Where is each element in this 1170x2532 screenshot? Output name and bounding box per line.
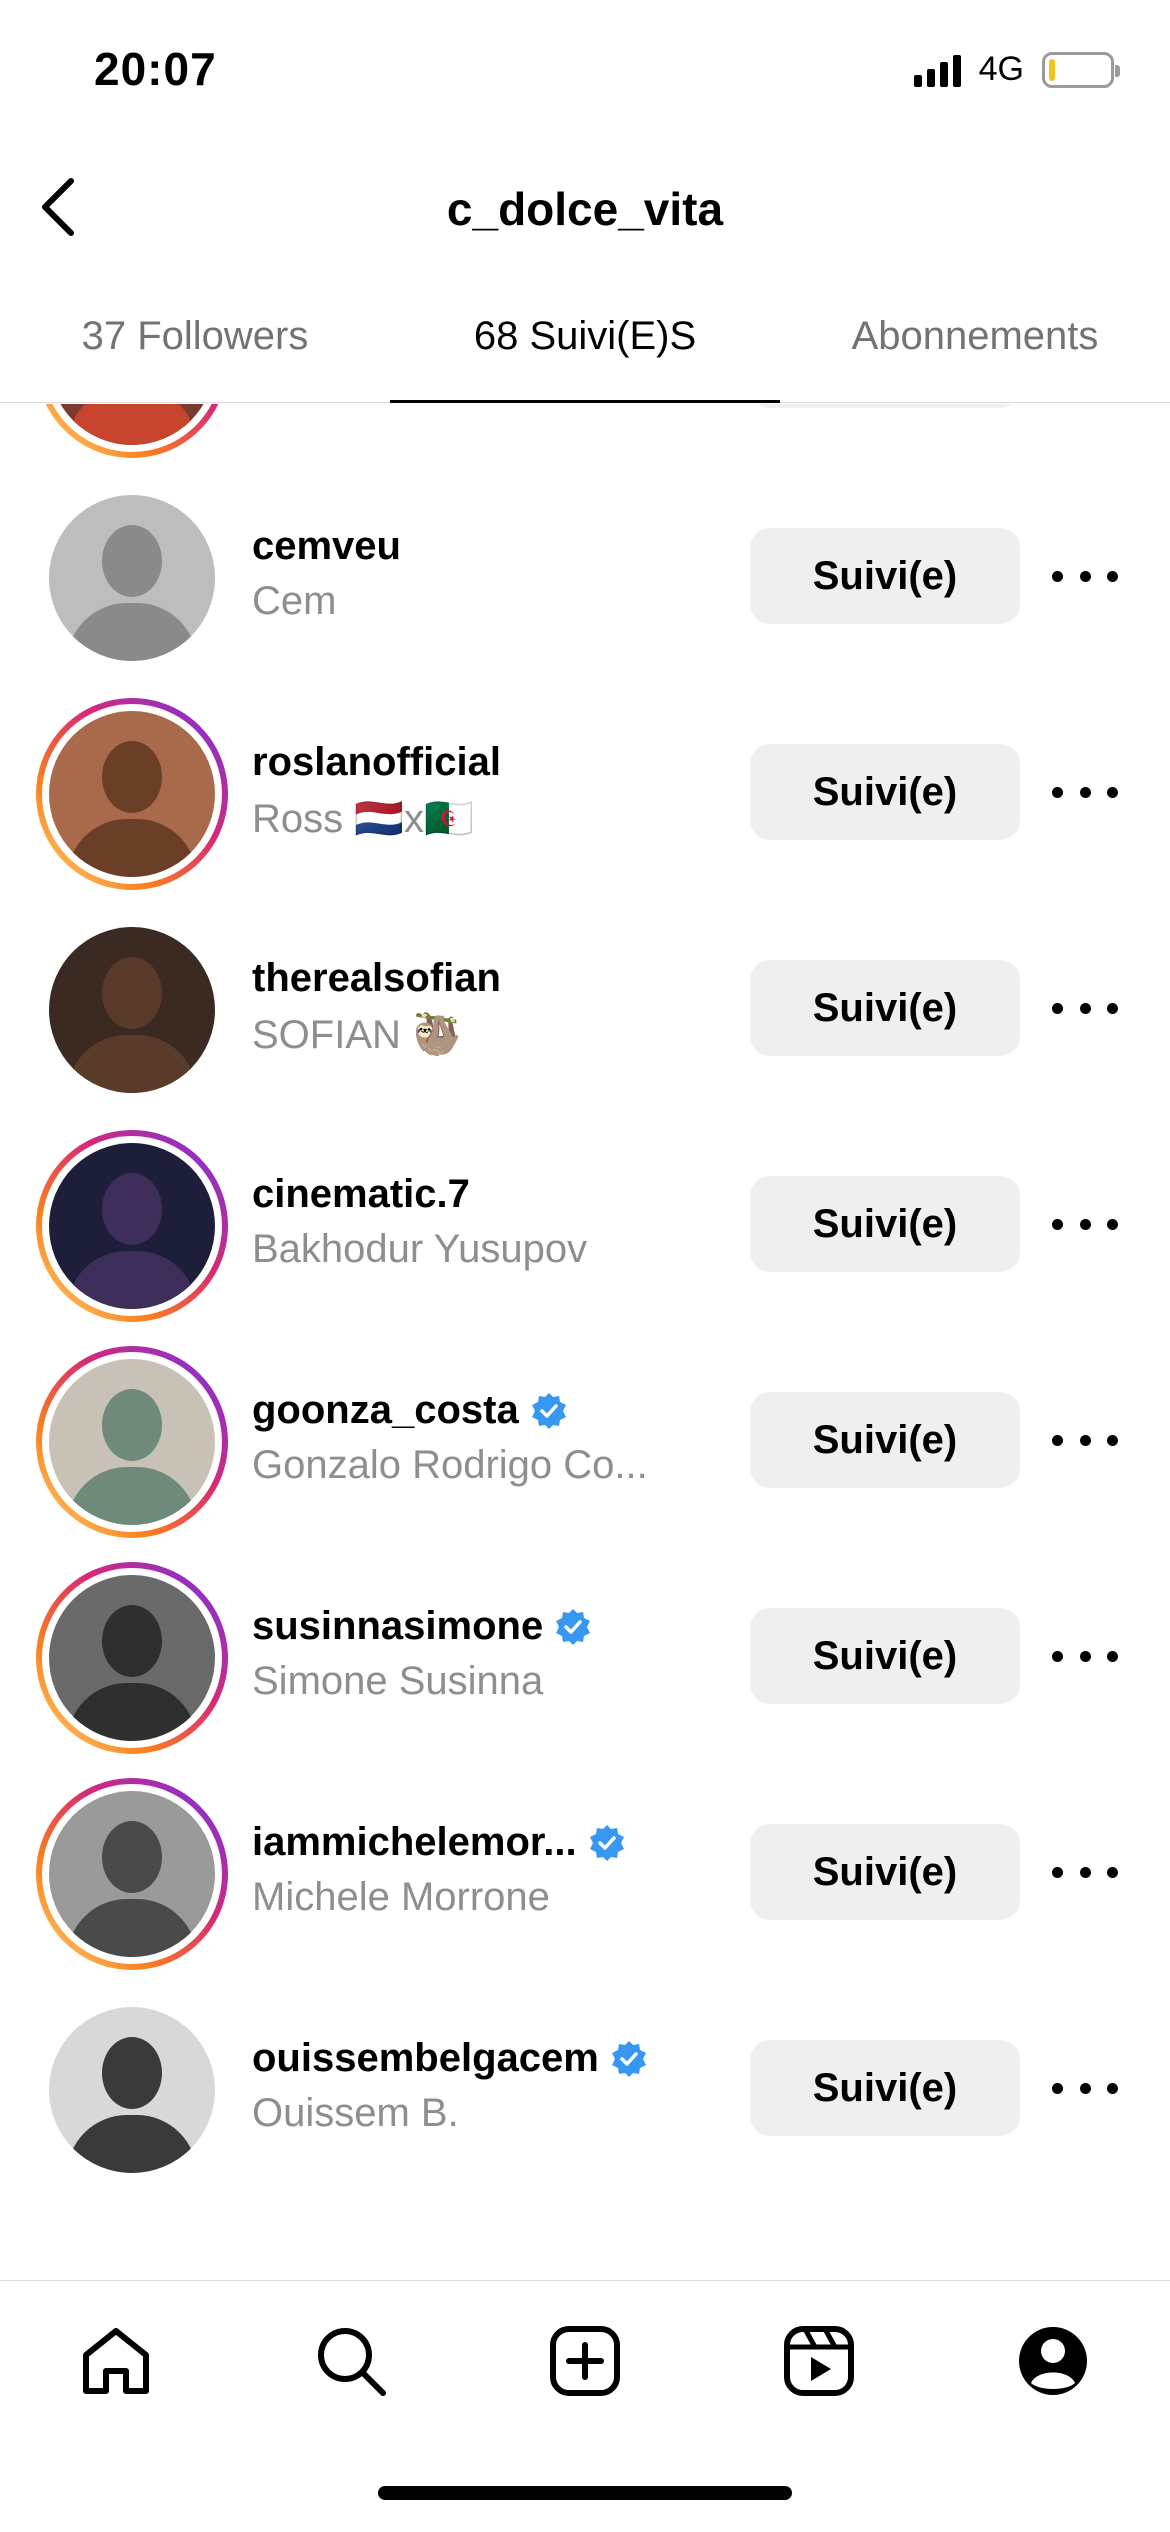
following-list: Darlin manuel minye...Suivi(e) cemveu Cem S… — [0, 404, 1170, 2280]
full-name: Gonzalo Rodrigo Co... — [252, 1443, 648, 1487]
list-item[interactable]: cinematic.7 Bakhodur Yusupov Suivi(e) — [0, 1118, 1170, 1334]
username[interactable]: iammichelemor... — [252, 1820, 577, 1865]
more-options-icon[interactable] — [1052, 990, 1118, 1026]
verified-badge-icon — [556, 1608, 591, 1645]
user-names: therealsofian SOFIAN 🦥 — [252, 956, 712, 1058]
list-item[interactable]: roslanofficial Ross 🇳🇱x🇩🇿 Suivi(e) — [0, 686, 1170, 902]
user-names: susinnasimone Simone Susinna — [252, 1604, 712, 1704]
list-item[interactable]: iammichelemor... Michele Morrone Suivi(e) — [0, 1766, 1170, 1982]
avatar[interactable] — [36, 1130, 228, 1322]
home-indicator — [378, 2486, 792, 2500]
more-options-icon[interactable] — [1052, 1422, 1118, 1458]
avatar[interactable] — [36, 914, 228, 1106]
full-name: Bakhodur Yusupov — [252, 1227, 588, 1271]
more-options-icon[interactable] — [1052, 774, 1118, 810]
more-options-icon[interactable] — [1052, 1854, 1118, 1890]
username[interactable]: therealsofian — [252, 956, 501, 1001]
tab-followers[interactable]: 37 Followers — [0, 278, 390, 402]
verified-badge-icon — [531, 1392, 566, 1429]
username[interactable]: cemveu — [252, 524, 401, 569]
username[interactable]: cinematic.7 — [252, 1172, 470, 1217]
verified-badge-icon — [589, 1824, 624, 1861]
more-options-icon[interactable] — [1052, 1206, 1118, 1242]
status-bar: 20:07 4G — [0, 0, 1170, 150]
avatar[interactable] — [36, 1346, 228, 1538]
following-button[interactable]: Suivi(e) — [750, 2040, 1020, 2136]
username[interactable]: ouissembelgacem — [252, 2036, 599, 2081]
avatar[interactable] — [36, 698, 228, 890]
status-time: 20:07 — [94, 43, 217, 95]
more-options-icon[interactable] — [1052, 1638, 1118, 1674]
user-names: cemveu Cem — [252, 524, 712, 624]
search-icon[interactable] — [311, 2321, 391, 2401]
full-name: Cem — [252, 579, 337, 623]
full-name: Ouissem B. — [252, 2091, 459, 2135]
network-label: 4G — [978, 50, 1024, 88]
list-item[interactable]: susinnasimone Simone Susinna Suivi(e) — [0, 1550, 1170, 1766]
following-button[interactable]: Suivi(e) — [750, 1608, 1020, 1704]
username[interactable]: roslanofficial — [252, 740, 501, 785]
user-names: goonza_costa Gonzalo Rodrigo Co... — [252, 1388, 712, 1488]
tab-following[interactable]: 68 Suivi(E)S — [390, 278, 780, 403]
following-button[interactable]: Suivi(e) — [750, 528, 1020, 624]
tab-subscriptions[interactable]: Abonnements — [780, 278, 1170, 402]
full-name: SOFIAN 🦥 — [252, 1013, 462, 1057]
following-button[interactable]: Suivi(e) — [750, 960, 1020, 1056]
signal-icon — [913, 53, 961, 87]
user-names: iammichelemor... Michele Morrone — [252, 1820, 712, 1920]
list-item[interactable]: therealsofian SOFIAN 🦥 Suivi(e) — [0, 902, 1170, 1118]
list-item[interactable]: Darlin manuel minye...Suivi(e) — [0, 404, 1170, 470]
full-name: Michele Morrone — [252, 1875, 550, 1919]
profile-icon[interactable] — [1013, 2321, 1093, 2401]
reels-icon[interactable] — [779, 2321, 859, 2401]
following-button[interactable]: Suivi(e) — [750, 1392, 1020, 1488]
username[interactable]: goonza_costa — [252, 1388, 519, 1433]
following-button[interactable]: Suivi(e) — [750, 1176, 1020, 1272]
user-names: ouissembelgacem Ouissem B. — [252, 2036, 712, 2136]
full-name: Simone Susinna — [252, 1659, 544, 1703]
avatar[interactable] — [36, 404, 228, 458]
user-names: cinematic.7 Bakhodur Yusupov — [252, 1172, 712, 1272]
create-icon[interactable] — [545, 2321, 625, 2401]
avatar[interactable] — [36, 482, 228, 674]
list-item[interactable]: cemveu Cem Suivi(e) — [0, 470, 1170, 686]
avatar[interactable] — [36, 1562, 228, 1754]
following-button[interactable]: Suivi(e) — [750, 744, 1020, 840]
status-indicators: 4G — [913, 50, 1120, 89]
more-options-icon[interactable] — [1052, 2070, 1118, 2106]
user-names: roslanofficial Ross 🇳🇱x🇩🇿 — [252, 740, 712, 842]
username[interactable]: susinnasimone — [252, 1604, 543, 1649]
verified-badge-icon — [611, 2040, 646, 2077]
header: c_dolce_vita — [0, 150, 1170, 270]
avatar[interactable] — [36, 1778, 228, 1970]
following-button[interactable]: Suivi(e) — [750, 404, 1020, 408]
following-button[interactable]: Suivi(e) — [750, 1824, 1020, 1920]
avatar[interactable] — [36, 1994, 228, 2186]
more-options-icon[interactable] — [1052, 558, 1118, 594]
list-item[interactable]: goonza_costa Gonzalo Rodrigo Co... Suivi(e… — [0, 1334, 1170, 1550]
list-item[interactable]: ouissembelgacem Ouissem B. Suivi(e) — [0, 1982, 1170, 2198]
tab-bar: 37 Followers 68 Suivi(E)S Abonnements — [0, 278, 1170, 403]
page-title: c_dolce_vita — [446, 183, 724, 235]
battery-icon — [1042, 51, 1120, 88]
home-icon[interactable] — [76, 2321, 156, 2401]
full-name: Ross 🇳🇱x🇩🇿 — [252, 797, 474, 841]
